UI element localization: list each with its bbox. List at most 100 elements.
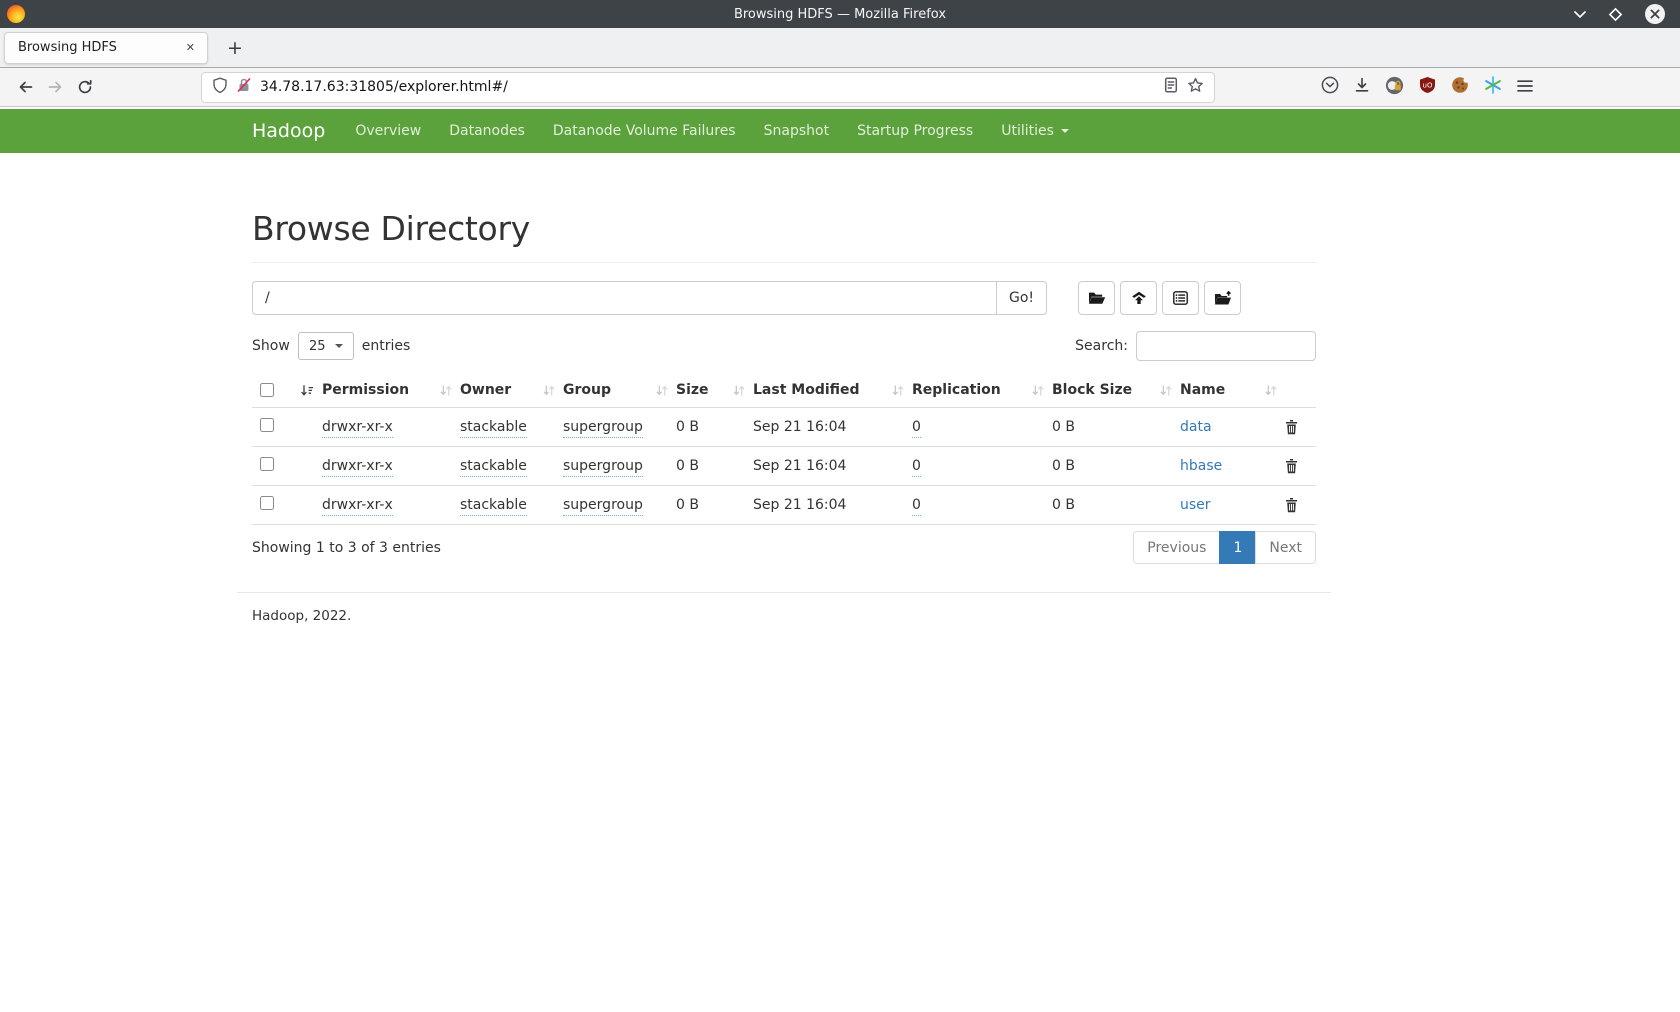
- sort-icon: [1265, 384, 1277, 397]
- minimize-icon[interactable]: [1573, 10, 1587, 19]
- menu-hamburger-icon[interactable]: [1517, 78, 1533, 97]
- pagination-previous[interactable]: Previous: [1133, 531, 1220, 564]
- modified-value: Sep 21 16:04: [753, 497, 846, 513]
- replication-value[interactable]: 0: [912, 419, 921, 438]
- header-group[interactable]: Group: [563, 373, 676, 408]
- forward-icon[interactable]: [40, 72, 70, 102]
- header-actions: [1285, 373, 1316, 408]
- tab-bar: Browsing HDFS ✕ +: [0, 28, 1680, 68]
- go-button[interactable]: Go!: [996, 281, 1047, 315]
- page-size-select[interactable]: 25: [298, 332, 354, 360]
- browser-tab[interactable]: Browsing HDFS ✕: [4, 32, 208, 64]
- directory-link[interactable]: data: [1180, 419, 1212, 435]
- close-window-button[interactable]: [1644, 3, 1666, 25]
- replication-value[interactable]: 0: [912, 458, 921, 477]
- sort-icon: [892, 384, 904, 397]
- new-tab-button[interactable]: +: [222, 35, 248, 61]
- tab-title: Browsing HDFS: [18, 40, 117, 55]
- window-titlebar: Browsing HDFS — Mozilla Firefox: [0, 0, 1680, 28]
- url-text[interactable]: 34.78.17.63:31805/explorer.html#/: [260, 79, 1155, 95]
- nav-item-datanode-volume-failures[interactable]: Datanode Volume Failures: [539, 123, 750, 139]
- cookie-extension-icon[interactable]: [1451, 76, 1469, 98]
- nav-item-utilities[interactable]: Utilities: [987, 123, 1083, 139]
- page-container: Browse Directory Go!: [237, 209, 1331, 624]
- header-replication[interactable]: Replication: [912, 373, 1052, 408]
- group-value[interactable]: supergroup: [563, 458, 643, 477]
- bookmark-star-icon[interactable]: [1187, 77, 1204, 97]
- delete-button[interactable]: [1285, 420, 1298, 435]
- shield-icon[interactable]: [212, 77, 228, 98]
- insecure-lock-icon[interactable]: [237, 77, 251, 97]
- replication-value[interactable]: 0: [912, 497, 921, 516]
- upload-icon: [1131, 291, 1147, 305]
- directory-table: Permission Owner Group Size: [252, 373, 1316, 525]
- hadoop-brand[interactable]: Hadoop: [252, 120, 325, 142]
- directory-path-input[interactable]: [252, 281, 997, 315]
- sort-icon: [656, 384, 668, 397]
- cut-paste-button[interactable]: [1162, 281, 1199, 315]
- header-last-modified[interactable]: Last Modified: [753, 373, 912, 408]
- pagination-next[interactable]: Next: [1255, 531, 1316, 564]
- reader-mode-icon[interactable]: [1164, 77, 1178, 97]
- sort-icon: [1160, 384, 1172, 397]
- downloads-icon[interactable]: [1354, 77, 1370, 97]
- table-row: drwxr-xr-x stackable supergroup 0 B Sep …: [252, 408, 1316, 447]
- permission-value[interactable]: drwxr-xr-x: [322, 497, 393, 516]
- row-checkbox[interactable]: [260, 496, 274, 510]
- sort-icon: [733, 384, 745, 397]
- maximize-icon[interactable]: [1608, 7, 1623, 22]
- hadoop-navbar: Hadoop Overview Datanodes Datanode Volum…: [0, 109, 1680, 153]
- header-select-all[interactable]: [252, 373, 322, 408]
- reload-icon[interactable]: [70, 72, 100, 102]
- trash-icon: [1285, 498, 1298, 513]
- sort-icon: [543, 384, 555, 397]
- owner-value[interactable]: stackable: [460, 458, 527, 477]
- footer-text: Hadoop, 2022.: [252, 608, 1316, 624]
- tab-close-icon[interactable]: ✕: [182, 39, 199, 56]
- delete-button[interactable]: [1285, 498, 1298, 513]
- table-row: drwxr-xr-x stackable supergroup 0 B Sep …: [252, 486, 1316, 525]
- owner-value[interactable]: stackable: [460, 497, 527, 516]
- directory-link[interactable]: hbase: [1180, 458, 1222, 474]
- permission-value[interactable]: drwxr-xr-x: [322, 419, 393, 438]
- header-permission[interactable]: Permission: [322, 373, 460, 408]
- folder-upload-button[interactable]: [1204, 281, 1241, 315]
- sparkle-extension-icon[interactable]: [1484, 76, 1502, 98]
- header-name[interactable]: Name: [1180, 373, 1285, 408]
- entries-label: entries: [362, 338, 411, 354]
- header-size[interactable]: Size: [676, 373, 753, 408]
- sort-icon: [1032, 384, 1044, 397]
- select-caret-icon: [335, 344, 343, 352]
- nav-item-overview[interactable]: Overview: [341, 123, 435, 139]
- footer-divider: [237, 592, 1331, 593]
- table-header-row: Permission Owner Group Size: [252, 373, 1316, 408]
- nav-item-startup-progress[interactable]: Startup Progress: [843, 123, 987, 139]
- upload-files-button[interactable]: [1120, 281, 1157, 315]
- header-block-size[interactable]: Block Size: [1052, 373, 1180, 408]
- header-owner[interactable]: Owner: [460, 373, 563, 408]
- ublock-extension-icon[interactable]: uO: [1419, 76, 1436, 98]
- search-label: Search:: [1075, 338, 1128, 354]
- delete-button[interactable]: [1285, 459, 1298, 474]
- pocket-icon[interactable]: [1321, 76, 1339, 98]
- row-checkbox[interactable]: [260, 418, 274, 432]
- pagination-page-1[interactable]: 1: [1219, 531, 1256, 564]
- directory-link[interactable]: user: [1180, 497, 1211, 513]
- create-directory-button[interactable]: [1078, 281, 1115, 315]
- group-value[interactable]: supergroup: [563, 497, 643, 516]
- list-alt-icon: [1173, 291, 1188, 305]
- size-value: 0 B: [676, 497, 699, 513]
- select-all-checkbox[interactable]: [260, 383, 274, 397]
- search-input[interactable]: [1136, 331, 1316, 361]
- privacy-extension-icon[interactable]: [1385, 76, 1404, 99]
- owner-value[interactable]: stackable: [460, 419, 527, 438]
- nav-item-snapshot[interactable]: Snapshot: [750, 123, 843, 139]
- url-bar[interactable]: 34.78.17.63:31805/explorer.html#/: [201, 72, 1215, 103]
- group-value[interactable]: supergroup: [563, 419, 643, 438]
- nav-item-datanodes[interactable]: Datanodes: [435, 123, 539, 139]
- back-icon[interactable]: [10, 72, 40, 102]
- folder-open-icon: [1088, 291, 1106, 305]
- row-checkbox[interactable]: [260, 457, 274, 471]
- permission-value[interactable]: drwxr-xr-x: [322, 458, 393, 477]
- trash-icon: [1285, 459, 1298, 474]
